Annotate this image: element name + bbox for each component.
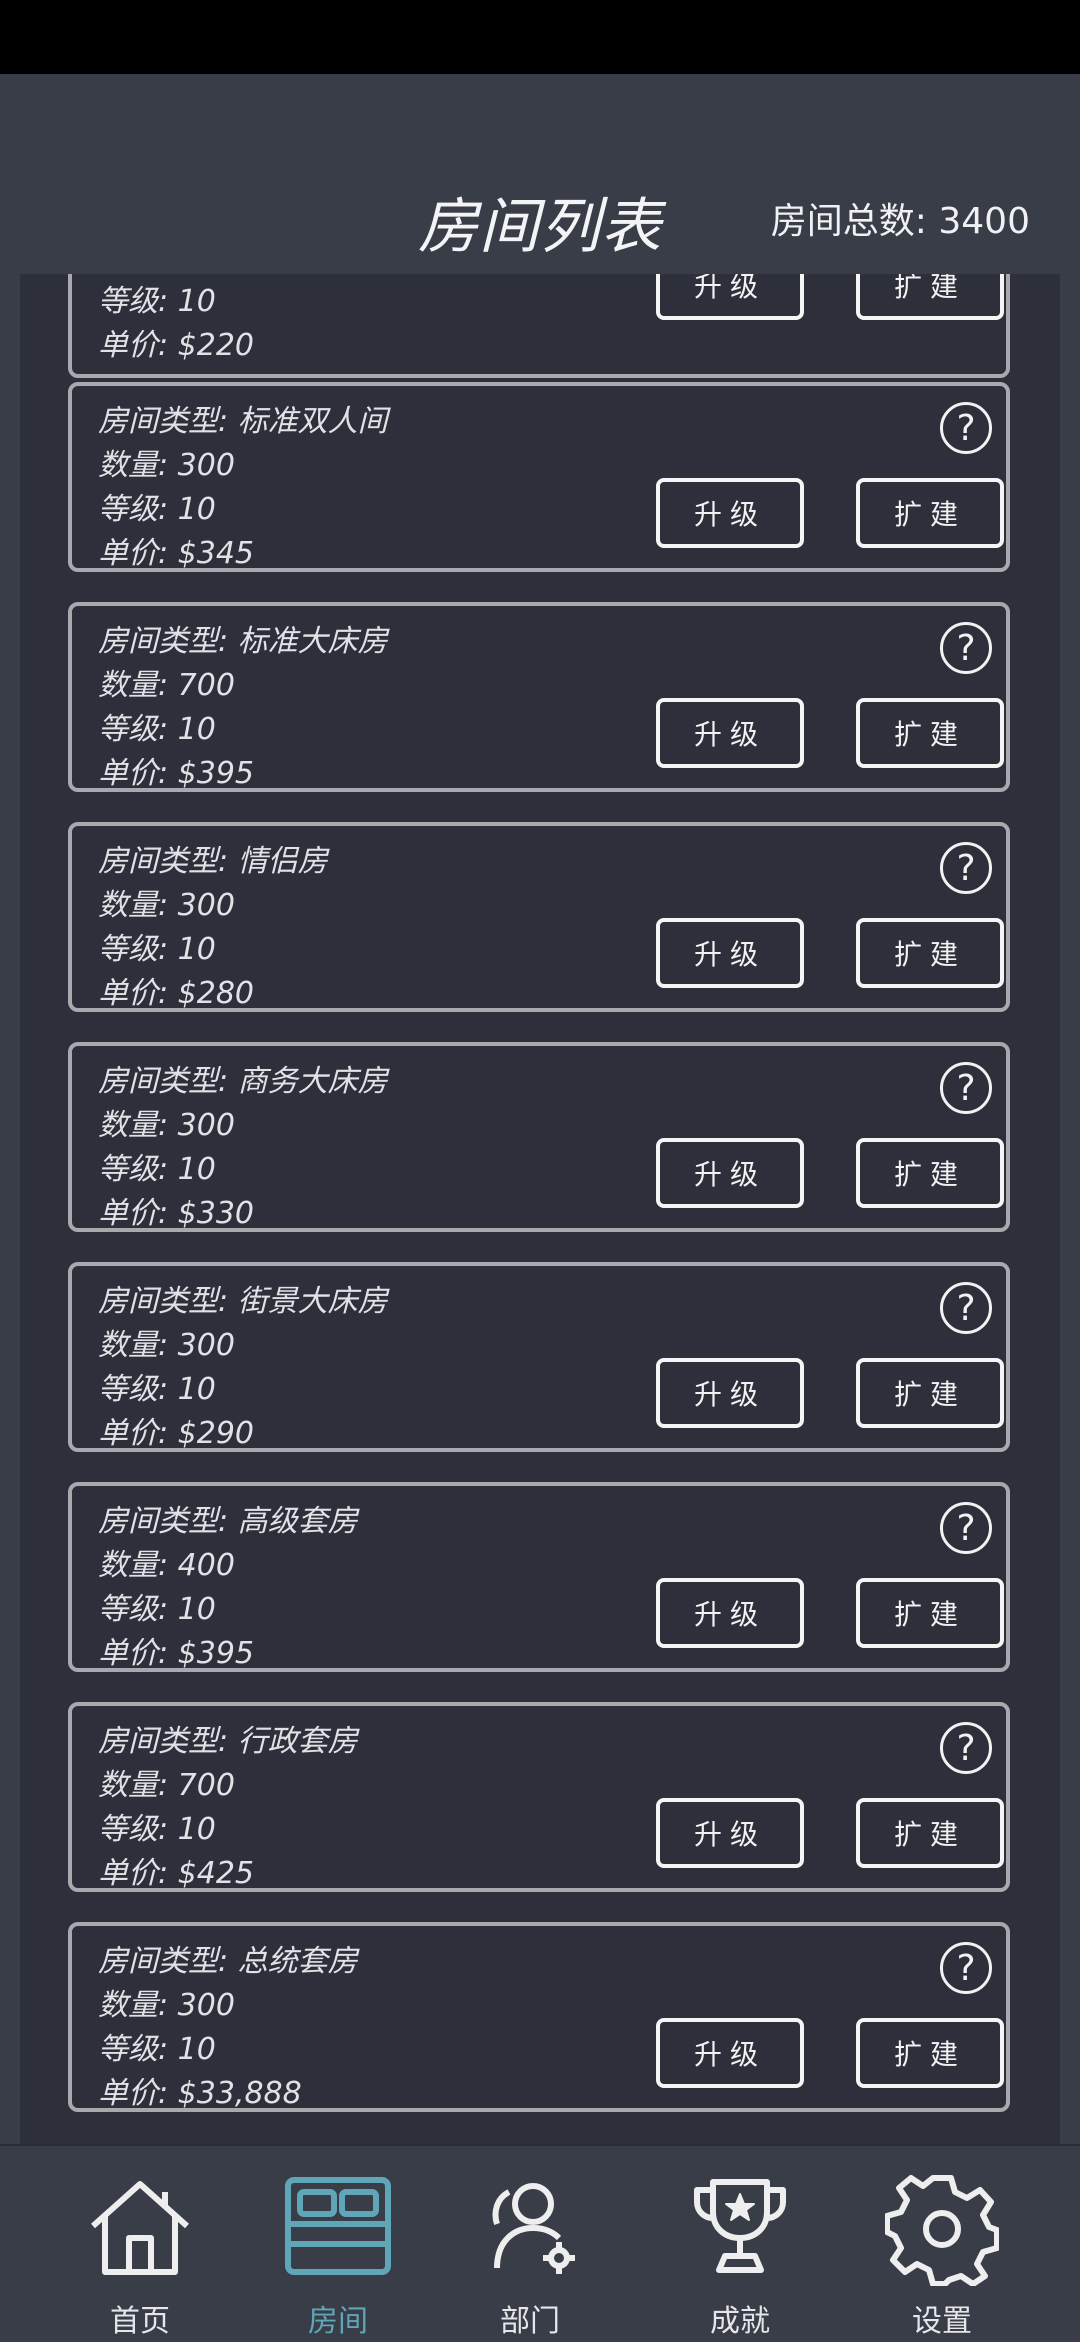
room-total: 房间总数: 3400 (770, 201, 1030, 242)
upgrade-button[interactable]: 升级 (656, 918, 804, 988)
room-type: 房间类型: 标准双人间 (98, 404, 388, 439)
room-card: 房间类型: 标准大床房 数量: 700 等级: 10 单价: $395 ? 升级… (68, 602, 1010, 792)
room-price: 单价: $345 (98, 536, 254, 571)
room-price: 单价: $280 (98, 976, 254, 1011)
nav-label-department: 部门 (500, 2304, 560, 2339)
room-count: 数量: 300 (98, 1328, 235, 1363)
help-icon[interactable]: ? (940, 1502, 992, 1554)
room-card: 房间类型: 高级套房 数量: 400 等级: 10 单价: $395 ? 升级 … (68, 1482, 1010, 1672)
room-price: 单价: $330 (98, 1196, 254, 1231)
upgrade-button[interactable]: 升级 (656, 1578, 804, 1648)
room-type: 房间类型: 行政套房 (98, 1724, 358, 1759)
expand-button[interactable]: 扩建 (856, 1578, 1004, 1648)
room-price: 单价: $395 (98, 756, 254, 791)
room-count: 数量: 300 (98, 448, 235, 483)
room-type: 房间类型: 情侣房 (98, 844, 328, 879)
room-card: 房间类型: 街景大床房 数量: 300 等级: 10 单价: $290 ? 升级… (68, 1262, 1010, 1452)
room-type: 房间类型: 街景大床房 (98, 1284, 388, 1319)
nav-item-home[interactable]: 首页 (32, 2146, 248, 2342)
nav-item-achievements[interactable]: 成就 (632, 2146, 848, 2342)
room-level: 等级: 10 (98, 492, 216, 527)
room-level: 等级: 10 (98, 1372, 216, 1407)
room-card: 房间类型: 标准双人间 数量: 300 等级: 10 单价: $345 ? 升级… (68, 382, 1010, 572)
department-icon (492, 2183, 575, 2274)
help-icon[interactable]: ? (940, 1282, 992, 1334)
room-count: 数量: 400 (98, 1548, 235, 1583)
home-icon (91, 2181, 189, 2275)
room-level: 等级: 10 (98, 1592, 216, 1627)
expand-button[interactable]: 扩建 (856, 1358, 1004, 1428)
help-icon[interactable]: ? (940, 1722, 992, 1774)
room-price: 单价: $425 (98, 1856, 254, 1891)
page-title: 房间列表 (418, 192, 662, 262)
nav-label-home: 首页 (110, 2304, 170, 2339)
room-price: 单价: $33,888 (98, 2076, 302, 2111)
nav-item-department[interactable]: 部门 (422, 2146, 638, 2342)
room-card: 房间类型: 商务大床房 数量: 300 等级: 10 单价: $330 ? 升级… (68, 1042, 1010, 1232)
nav-label-settings: 设置 (912, 2304, 972, 2339)
room-level: 等级: 10 (98, 932, 216, 967)
trophy-icon (694, 2179, 786, 2273)
room-price: 单价: $220 (98, 328, 254, 363)
expand-button[interactable]: 扩建 (856, 918, 1004, 988)
room-count: 数量: 700 (98, 668, 235, 703)
help-icon[interactable]: ? (940, 842, 992, 894)
help-icon[interactable]: ? (940, 622, 992, 674)
room-level: 等级: 10 (98, 1152, 216, 1187)
nav-label-rooms: 房间 (308, 2304, 368, 2339)
help-icon[interactable]: ? (940, 1942, 992, 1994)
expand-button[interactable]: 扩建 (856, 2018, 1004, 2088)
room-card: 房间类型: 总统套房 数量: 300 等级: 10 单价: $33,888 ? … (68, 1922, 1010, 2112)
upgrade-button[interactable]: 升级 (656, 1358, 804, 1428)
room-list[interactable]: 等级: 10 单价: $220 升级 扩建 房间类型: 标准双人间 数量: 30… (20, 274, 1060, 2144)
room-level: 等级: 10 (98, 284, 216, 319)
room-card: 等级: 10 单价: $220 升级 扩建 (68, 274, 1010, 378)
expand-button[interactable]: 扩建 (856, 698, 1004, 768)
room-price: 单价: $290 (98, 1416, 254, 1451)
status-bar (0, 0, 1080, 74)
room-count: 数量: 300 (98, 888, 235, 923)
upgrade-button[interactable]: 升级 (656, 1798, 804, 1868)
room-price: 单价: $395 (98, 1636, 254, 1671)
upgrade-button[interactable]: 升级 (656, 698, 804, 768)
upgrade-button[interactable]: 升级 (656, 274, 804, 320)
expand-button[interactable]: 扩建 (856, 1138, 1004, 1208)
room-level: 等级: 10 (98, 712, 216, 747)
room-type: 房间类型: 商务大床房 (98, 1064, 388, 1099)
room-card: 房间类型: 情侣房 数量: 300 等级: 10 单价: $280 ? 升级 扩… (68, 822, 1010, 1012)
expand-button[interactable]: 扩建 (856, 478, 1004, 548)
upgrade-button[interactable]: 升级 (656, 478, 804, 548)
upgrade-button[interactable]: 升级 (656, 1138, 804, 1208)
room-count: 数量: 300 (98, 1988, 235, 2023)
help-icon[interactable]: ? (940, 402, 992, 454)
bed-icon (285, 2177, 391, 2275)
room-count: 数量: 300 (98, 1108, 235, 1143)
expand-button[interactable]: 扩建 (856, 1798, 1004, 1868)
room-card: 房间类型: 行政套房 数量: 700 等级: 10 单价: $425 ? 升级 … (68, 1702, 1010, 1892)
room-type: 房间类型: 总统套房 (98, 1944, 358, 1979)
room-type: 房间类型: 高级套房 (98, 1504, 358, 1539)
nav-item-settings[interactable]: 设置 (834, 2146, 1050, 2342)
room-level: 等级: 10 (98, 1812, 216, 1847)
upgrade-button[interactable]: 升级 (656, 2018, 804, 2088)
expand-button[interactable]: 扩建 (856, 274, 1004, 320)
room-level: 等级: 10 (98, 2032, 216, 2067)
nav-label-achievements: 成就 (710, 2304, 770, 2339)
gear-icon (885, 2175, 999, 2286)
help-icon[interactable]: ? (940, 1062, 992, 1114)
room-type: 房间类型: 标准大床房 (98, 624, 388, 659)
room-count: 数量: 700 (98, 1768, 235, 1803)
nav-item-rooms[interactable]: 房间 (230, 2146, 446, 2342)
bottom-nav: 首页 房间 部门 成就 设置 (0, 2144, 1080, 2342)
